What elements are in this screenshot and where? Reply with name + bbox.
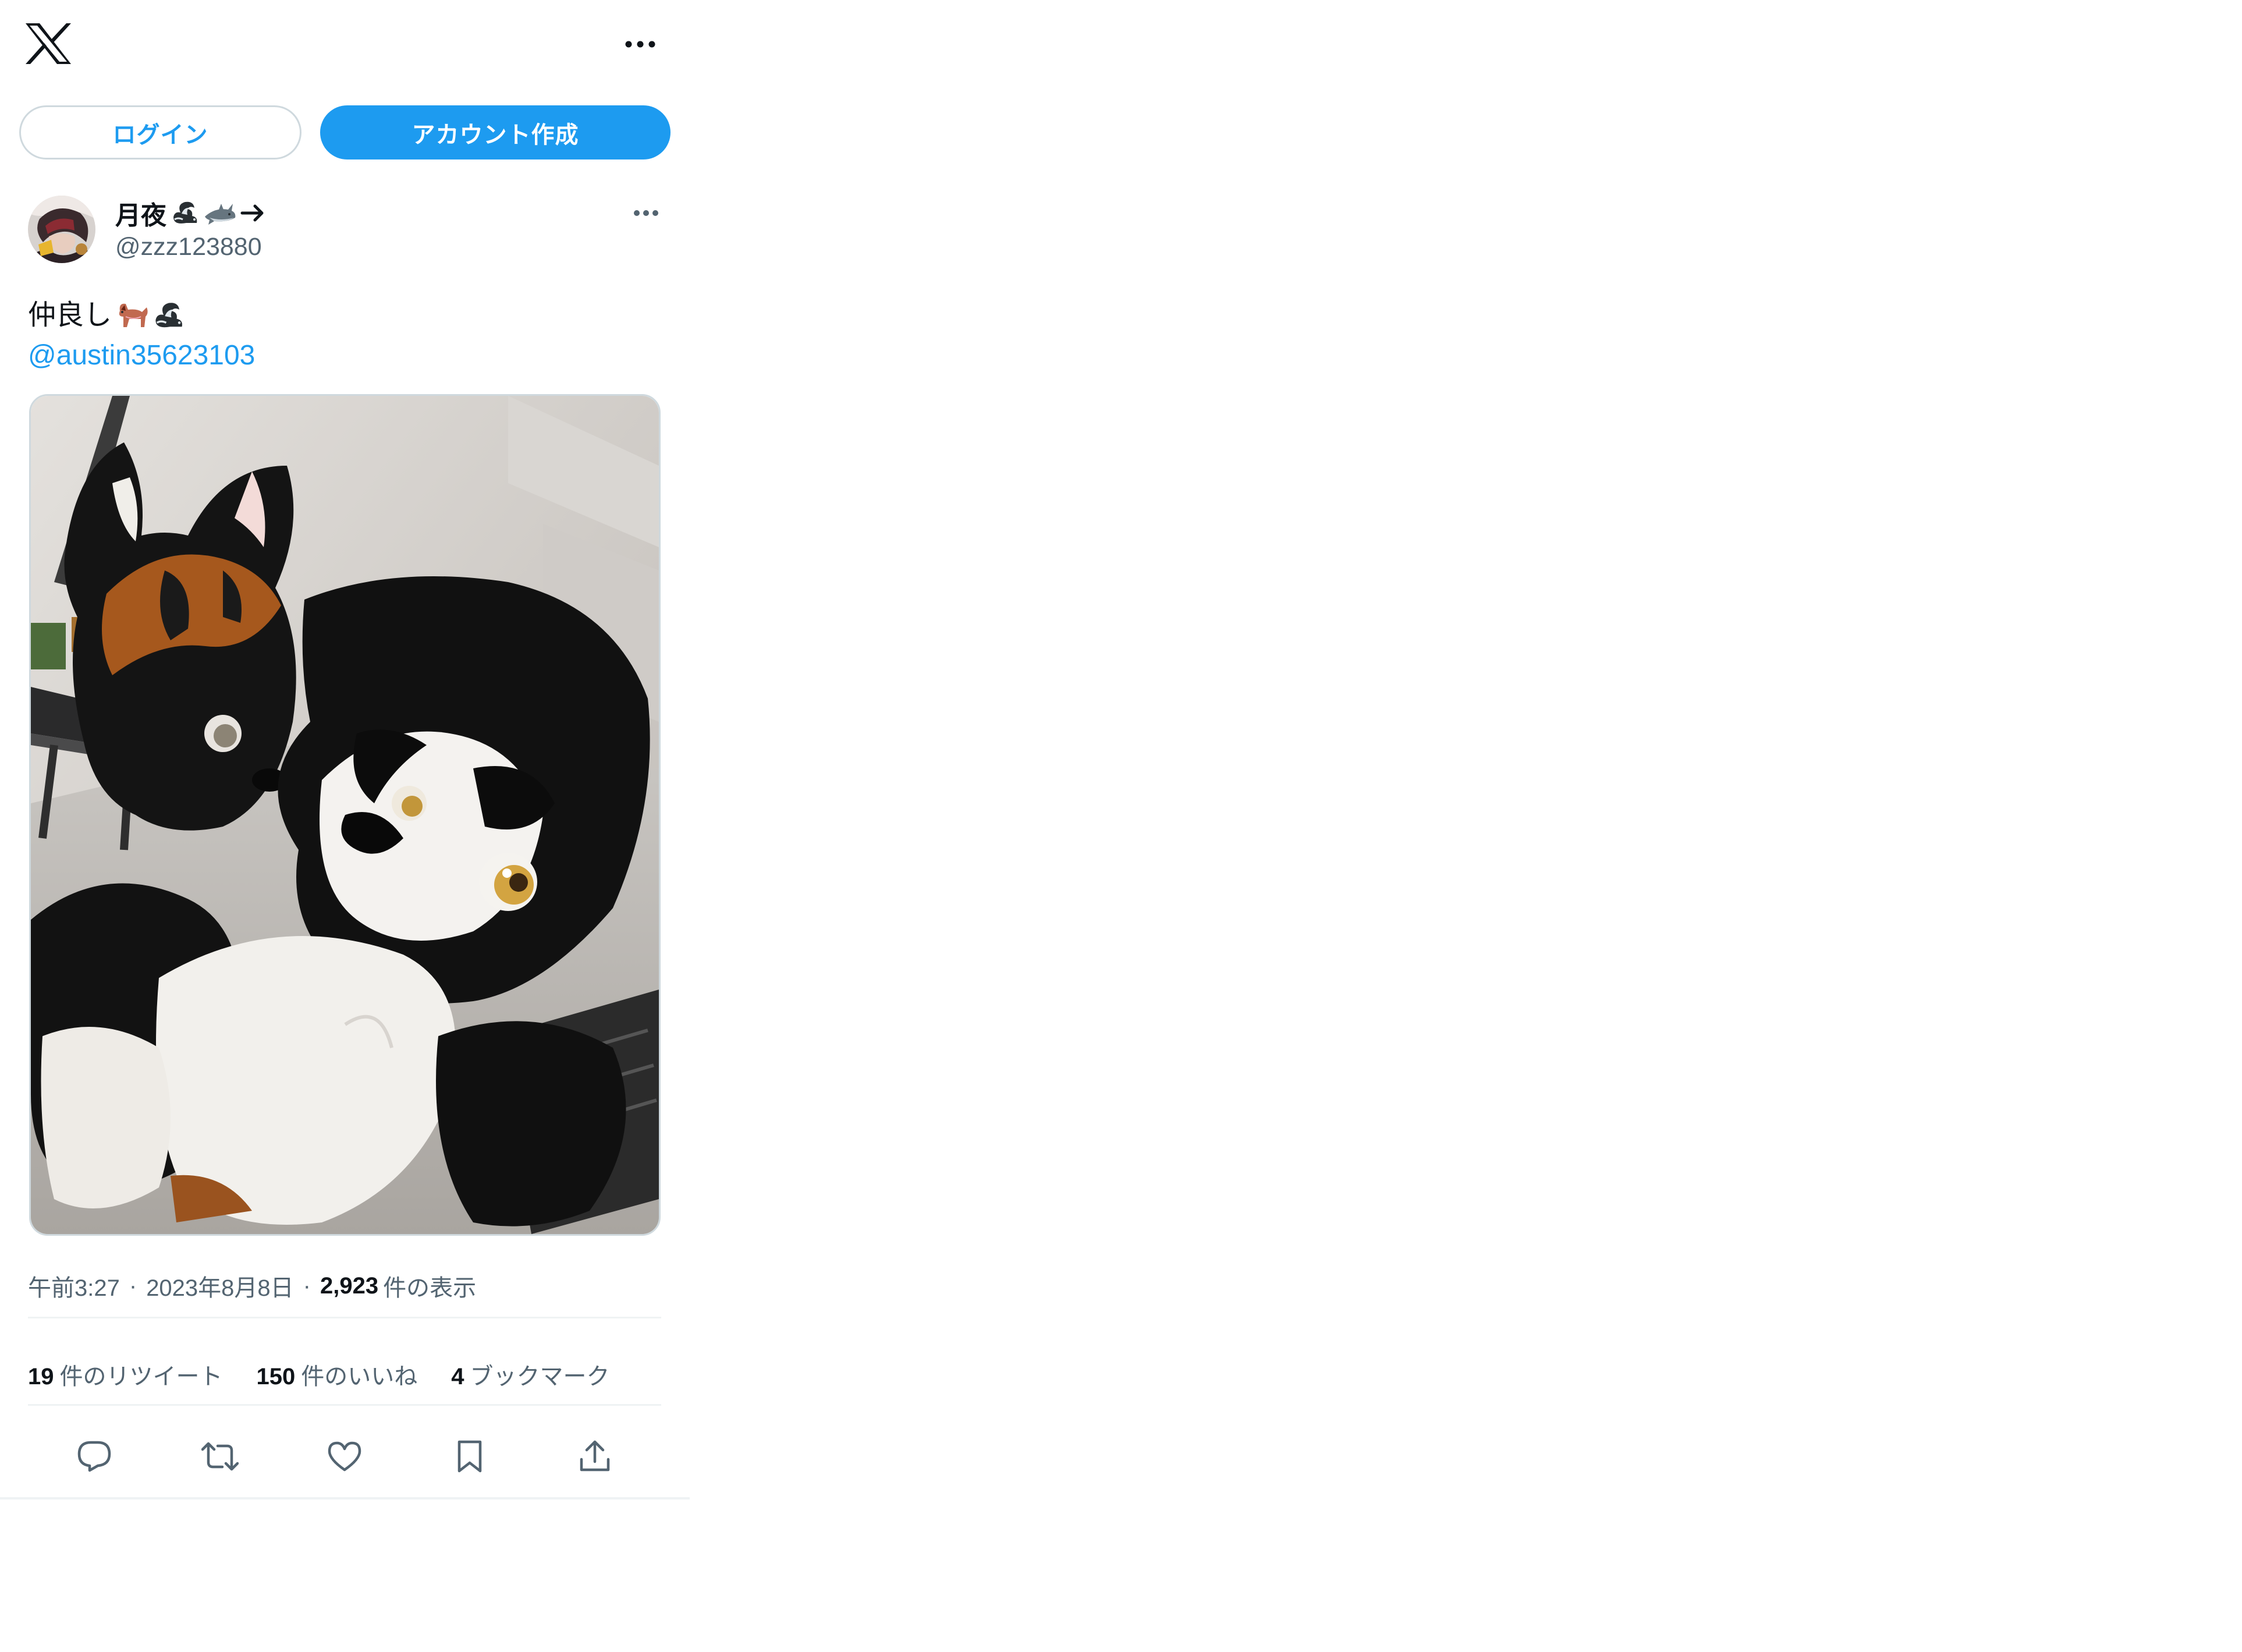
- dog-emoji-icon: [114, 300, 150, 331]
- bookmarks-label: ブックマーク: [470, 1364, 610, 1389]
- skunk-emoji-icon: [170, 200, 200, 226]
- retweet-icon[interactable]: [197, 1433, 243, 1480]
- like-icon[interactable]: [321, 1433, 368, 1480]
- post-text-body: 仲良し: [28, 300, 112, 331]
- retweets-label: 件のリツイート: [59, 1364, 223, 1389]
- share-icon[interactable]: [572, 1433, 618, 1480]
- post-column: ログイン アカウント作成 月夜 @zzz123880 仲良し @austin35…: [0, 0, 690, 1499]
- login-button[interactable]: ログイン: [19, 105, 301, 159]
- bookmarks-count: 4: [451, 1364, 464, 1389]
- author-handle[interactable]: @zzz123880: [115, 233, 262, 261]
- views-count: 2,923: [320, 1272, 379, 1299]
- post-actions: [28, 1433, 661, 1480]
- author-name-text: 月夜: [115, 201, 166, 230]
- views-label: 件の表示: [383, 1275, 477, 1301]
- likes-label: 件のいいね: [301, 1364, 418, 1389]
- post-stats: 19 件のリツイート 150 件のいいね 4 ブックマーク: [28, 1357, 644, 1391]
- mention-link[interactable]: @austin35623103: [28, 336, 255, 375]
- meta-separator: ·: [303, 1272, 311, 1299]
- more-horizontal-icon[interactable]: [617, 33, 664, 56]
- skunk-emoji-icon: [151, 300, 186, 331]
- reply-icon[interactable]: [71, 1433, 118, 1480]
- bookmarks-stat[interactable]: 4 ブックマーク: [451, 1357, 609, 1391]
- meta-separator: ·: [129, 1272, 137, 1299]
- post-date[interactable]: 2023年8月8日: [146, 1269, 293, 1303]
- likes-stat[interactable]: 150 件のいいね: [257, 1357, 418, 1391]
- create-account-button[interactable]: アカウント作成: [320, 105, 671, 159]
- retweets-count: 19: [28, 1364, 54, 1389]
- divider: [28, 1317, 661, 1318]
- avatar[interactable]: [28, 196, 95, 263]
- arrow-right-icon: [240, 203, 265, 224]
- post-more-icon[interactable]: [623, 201, 669, 225]
- column-bottom-border: [0, 1497, 690, 1499]
- retweets-stat[interactable]: 19 件のリツイート: [28, 1357, 223, 1391]
- author-display-name[interactable]: 月夜: [115, 196, 265, 231]
- post-text: 仲良し: [28, 296, 186, 335]
- bookmark-icon[interactable]: [446, 1433, 493, 1480]
- divider: [28, 1404, 661, 1406]
- post-photo[interactable]: [29, 394, 661, 1236]
- x-logo-icon[interactable]: [23, 21, 73, 66]
- page: ログイン アカウント作成 月夜 @zzz123880 仲良し @austin35…: [0, 0, 2242, 1652]
- post-time[interactable]: 午前3:27: [28, 1269, 120, 1303]
- shark-emoji-icon: [204, 200, 236, 226]
- post-meta: 午前3:27 · 2023年8月8日 · 2,923 件の表示: [28, 1269, 476, 1303]
- likes-count: 150: [256, 1364, 296, 1389]
